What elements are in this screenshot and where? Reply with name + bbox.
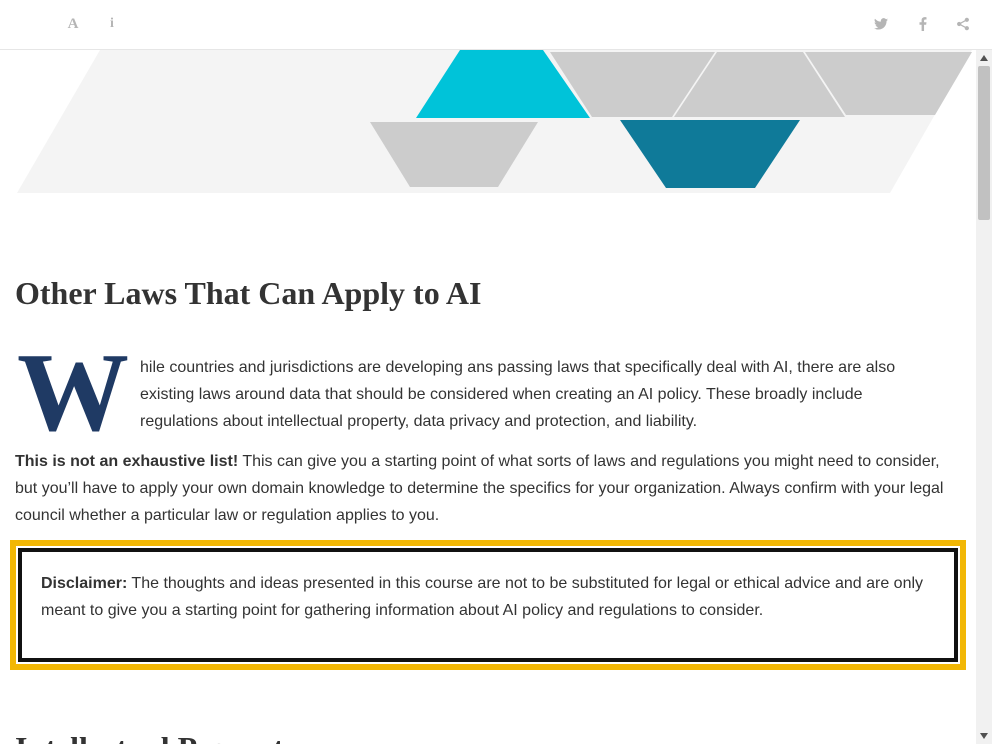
note-paragraph: This is not an exhaustive list! This can… [15,448,945,529]
disclaimer-text: The thoughts and ideas presented in this… [41,575,924,619]
drop-cap-letter: W [17,331,129,455]
vertical-scrollbar[interactable] [976,50,992,744]
facebook-icon[interactable] [915,14,931,34]
info-icon[interactable]: i [104,14,120,34]
disclaimer-callout: Disclaimer: The thoughts and ideas prese… [10,540,966,670]
disclaimer-box: Disclaimer: The thoughts and ideas prese… [18,548,958,662]
top-toolbar: A i [0,0,992,50]
note-bold-lead: This is not an exhaustive list! [15,453,239,470]
scrollbar-thumb[interactable] [978,66,990,220]
twitter-icon[interactable] [872,14,890,34]
scroll-up-arrow-icon[interactable] [976,50,992,66]
section-heading: Other Laws That Can Apply to AI [15,275,482,311]
font-size-icon[interactable]: A [64,14,82,34]
next-section-heading: Intellectual Property [15,730,300,744]
disclaimer-label: Disclaimer: [41,575,128,592]
share-icon[interactable] [954,14,972,34]
article-viewport[interactable]: Other Laws That Can Apply to AI W hile c… [0,50,976,744]
intro-paragraph: hile countries and jurisdictions are dev… [140,359,896,430]
banner-graphic [17,50,972,193]
scroll-down-arrow-icon[interactable] [976,728,992,744]
